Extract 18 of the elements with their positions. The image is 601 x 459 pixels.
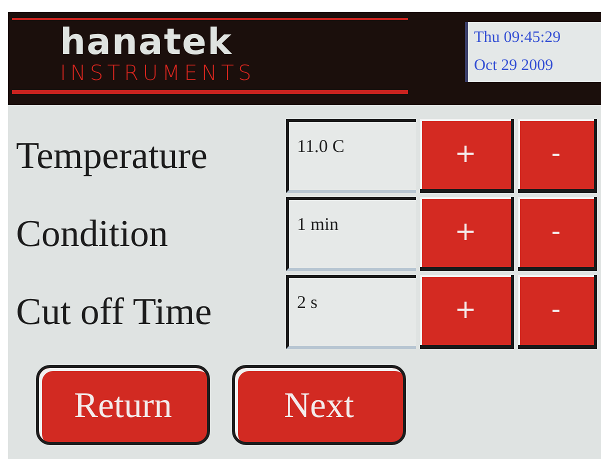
decrease-button[interactable]: -: [518, 197, 597, 271]
value-field: 1 min: [286, 197, 416, 271]
increase-button[interactable]: +: [420, 197, 514, 271]
return-button[interactable]: Return: [36, 365, 210, 445]
clock-date: Oct 29 2009: [474, 57, 554, 75]
decrease-button[interactable]: -: [518, 275, 597, 349]
value-field: 11.0 C: [286, 119, 416, 193]
clock-time: Thu 09:45:29: [474, 29, 562, 47]
value-field: 2 s: [286, 275, 416, 349]
setting-label: Temperature: [16, 134, 208, 178]
brand-subtitle: INSTRUMENTS: [60, 62, 256, 84]
next-button[interactable]: Next: [232, 365, 406, 445]
setting-label: Condition: [16, 212, 170, 256]
brand-logo-text: hanatek: [60, 24, 234, 62]
decrease-button[interactable]: -: [518, 119, 597, 193]
increase-button[interactable]: +: [420, 119, 514, 193]
setting-label: Cut off Time: [16, 290, 213, 334]
increase-button[interactable]: +: [420, 275, 514, 349]
